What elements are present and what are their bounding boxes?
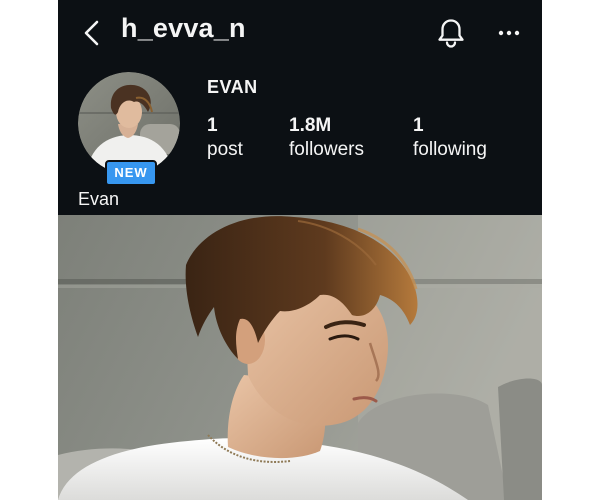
bio-name: Evan — [78, 189, 120, 209]
stat-followers[interactable]: 1.8M followers — [289, 114, 364, 162]
stat-following[interactable]: 1 following — [413, 114, 487, 162]
profile-username: h_evva_n — [121, 13, 246, 43]
stat-following-count: 1 — [413, 115, 424, 136]
stat-posts[interactable]: 1 post — [207, 114, 243, 162]
avatar-photo — [78, 72, 180, 174]
avatar[interactable]: NEW — [78, 72, 180, 186]
top-bar: h_evva_n — [58, 0, 542, 66]
more-options-button[interactable] — [494, 20, 524, 44]
stat-posts-count: 1 — [207, 115, 218, 136]
chevron-left-icon — [84, 20, 99, 46]
profile-screen: h_evva_n NEW EVAN 1 post 1.8M followers … — [58, 0, 542, 500]
stat-followers-label: followers — [289, 139, 364, 160]
stat-following-label: following — [413, 139, 487, 160]
back-button[interactable] — [80, 18, 104, 48]
stat-posts-label: post — [207, 139, 243, 160]
bell-icon — [438, 19, 464, 48]
stat-followers-count: 1.8M — [289, 115, 332, 136]
notifications-button[interactable] — [436, 17, 466, 49]
display-name: EVAN — [207, 77, 258, 97]
post-photo[interactable] — [58, 215, 542, 500]
more-horizontal-icon — [498, 30, 520, 36]
new-badge: NEW — [105, 160, 157, 186]
